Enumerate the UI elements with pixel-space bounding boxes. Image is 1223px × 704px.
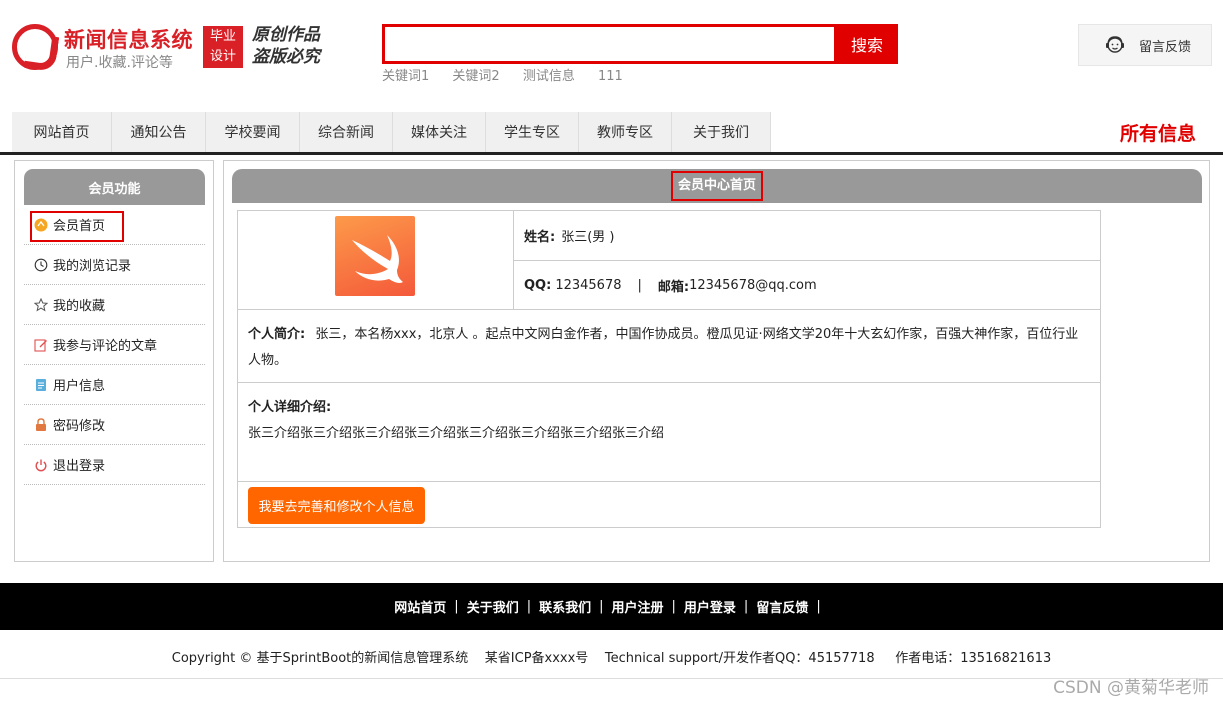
member-center-panel: 会员中心首页 姓名: 张三(男 ) QQ: 12345678 | 邮箱: 123… xyxy=(223,160,1210,562)
name-cell: 姓名: 张三(男 ) xyxy=(514,211,1101,261)
sidebar-item-label: 我的收藏 xyxy=(53,299,106,314)
contact-separator: | xyxy=(637,277,642,293)
feedback-label: 留言反馈 xyxy=(1139,39,1192,55)
site-subtitle: 用户.收藏.评论等 xyxy=(66,55,173,71)
member-sidebar: 会员功能 会员首页 我的浏览记录 我的收藏 我参与评论的文章 用户信息 密码修改… xyxy=(14,160,214,562)
name-value: 张三(男 ) xyxy=(561,230,615,245)
nav-item-students[interactable]: 学生专区 xyxy=(486,112,579,152)
contact-cell: QQ: 12345678 | 邮箱: 12345678@qq.com xyxy=(514,261,1101,310)
email-label: 邮箱: xyxy=(657,279,690,295)
profile-table: 姓名: 张三(男 ) QQ: 12345678 | 邮箱: 12345678@q… xyxy=(237,210,1101,528)
main-nav: 网站首页 通知公告 学校要闻 综合新闻 媒体关注 学生专区 教师专区 关于我们 xyxy=(12,112,771,152)
power-icon xyxy=(35,459,47,471)
feedback-button[interactable]: 留言反馈 xyxy=(1078,24,1212,66)
bottom-divider xyxy=(0,678,1223,679)
keyword-link[interactable]: 关键词1 xyxy=(382,69,429,84)
nav-item-notices[interactable]: 通知公告 xyxy=(112,112,206,152)
action-cell: 我要去完善和修改个人信息 xyxy=(238,482,1100,528)
qq-label: QQ: xyxy=(524,277,552,293)
slogan-line-1: 原创作品 xyxy=(252,25,320,45)
swift-logo-icon xyxy=(352,235,403,283)
slogan-line-2: 盗版必究 xyxy=(252,47,320,67)
sidebar-heading: 会员功能 xyxy=(24,169,205,205)
logo-mark-icon xyxy=(12,24,58,70)
sidebar-item-label: 我的浏览记录 xyxy=(53,259,132,274)
intro-value: 张三，本名杨xxx，北京人 。起点中文网白金作者，中国作协成员。橙瓜见证·网络文… xyxy=(248,327,1079,368)
sidebar-item-label: 密码修改 xyxy=(53,419,106,434)
lock-icon xyxy=(36,417,46,431)
nav-item-media[interactable]: 媒体关注 xyxy=(393,112,486,152)
customer-service-icon xyxy=(1106,36,1124,53)
site-title: 新闻信息系统 xyxy=(64,28,193,52)
footer-link-login[interactable]: 用户登录 xyxy=(684,597,736,616)
sidebar-item-label: 用户信息 xyxy=(53,379,106,394)
keyword-link[interactable]: 测试信息 xyxy=(523,69,575,84)
nav-divider xyxy=(0,152,1223,155)
panel-title: 会员中心首页 xyxy=(670,171,763,201)
search-input[interactable] xyxy=(382,24,837,64)
nav-item-school-news[interactable]: 学校要闻 xyxy=(206,112,300,152)
search-bar: 搜索 xyxy=(382,24,898,64)
qq-value: 12345678 xyxy=(555,277,622,293)
active-item-highlight xyxy=(30,211,124,242)
email-value: 12345678@qq.com xyxy=(689,277,817,293)
footer-link-register[interactable]: 用户注册 xyxy=(612,597,664,616)
footer-link-about[interactable]: 关于我们 xyxy=(467,597,519,616)
badge-line-2: 设计 xyxy=(209,49,236,64)
graduation-badge: 毕业 设计 xyxy=(203,26,243,68)
edit-icon xyxy=(34,338,47,352)
name-label: 姓名: xyxy=(524,230,556,245)
nav-item-teachers[interactable]: 教师专区 xyxy=(579,112,672,152)
keyword-link[interactable]: 111 xyxy=(598,69,623,84)
sidebar-item-favorites[interactable]: 我的收藏 xyxy=(24,285,205,325)
nav-item-about[interactable]: 关于我们 xyxy=(672,112,771,152)
search-button[interactable]: 搜索 xyxy=(836,24,898,64)
detail-cell: 个人详细介绍: 张三介绍张三介绍张三介绍张三介绍张三介绍张三介绍张三介绍张三介绍 xyxy=(238,383,1100,482)
avatar-cell xyxy=(238,211,514,310)
avatar xyxy=(335,216,415,296)
slogan: 原创作品 盗版必究 xyxy=(252,24,320,68)
sidebar-item-commented-articles[interactable]: 我参与评论的文章 xyxy=(24,325,205,365)
sidebar-item-user-info[interactable]: 用户信息 xyxy=(24,365,205,405)
nav-item-home[interactable]: 网站首页 xyxy=(12,112,112,152)
intro-label: 个人简介: xyxy=(248,327,306,342)
hot-keywords: 关键词1 关键词2 测试信息 111 xyxy=(382,65,642,84)
detail-value: 张三介绍张三介绍张三介绍张三介绍张三介绍张三介绍张三介绍张三介绍 xyxy=(248,426,665,441)
footer-nav: 网站首页 | 关于我们 | 联系我们 | 用户注册 | 用户登录 | 留言反馈 | xyxy=(0,583,1223,630)
sidebar-item-logout[interactable]: 退出登录 xyxy=(24,445,205,485)
csdn-watermark: CSDN @黄菊华老师 xyxy=(1053,678,1209,698)
sidebar-item-label: 退出登录 xyxy=(53,459,106,474)
all-info-title[interactable]: 所有信息 xyxy=(1120,119,1196,146)
site-logo[interactable]: 新闻信息系统 用户.收藏.评论等 毕业 设计 原创作品 盗版必究 xyxy=(12,24,342,74)
history-icon xyxy=(34,258,48,271)
footer-link-contact[interactable]: 联系我们 xyxy=(539,597,591,616)
footer-link-feedback[interactable]: 留言反馈 xyxy=(756,597,808,616)
sidebar-item-label: 我参与评论的文章 xyxy=(53,339,158,354)
star-icon xyxy=(34,297,48,311)
footer-link-home[interactable]: 网站首页 xyxy=(394,597,446,616)
detail-label: 个人详细介绍: xyxy=(248,400,332,415)
sidebar-item-change-password[interactable]: 密码修改 xyxy=(24,405,205,445)
badge-line-1: 毕业 xyxy=(209,29,236,44)
document-icon xyxy=(36,378,46,391)
edit-profile-button[interactable]: 我要去完善和修改个人信息 xyxy=(248,487,425,524)
nav-item-general-news[interactable]: 综合新闻 xyxy=(300,112,393,152)
sidebar-item-history[interactable]: 我的浏览记录 xyxy=(24,245,205,285)
panel-header: 会员中心首页 xyxy=(232,169,1202,203)
keyword-link[interactable]: 关键词2 xyxy=(452,69,499,84)
copyright-text: Copyright © 基于SprintBoot的新闻信息管理系统 某省ICP备… xyxy=(171,651,1052,666)
intro-cell: 个人简介: 张三，本名杨xxx，北京人 。起点中文网白金作者，中国作协成员。橙瓜… xyxy=(238,310,1100,383)
